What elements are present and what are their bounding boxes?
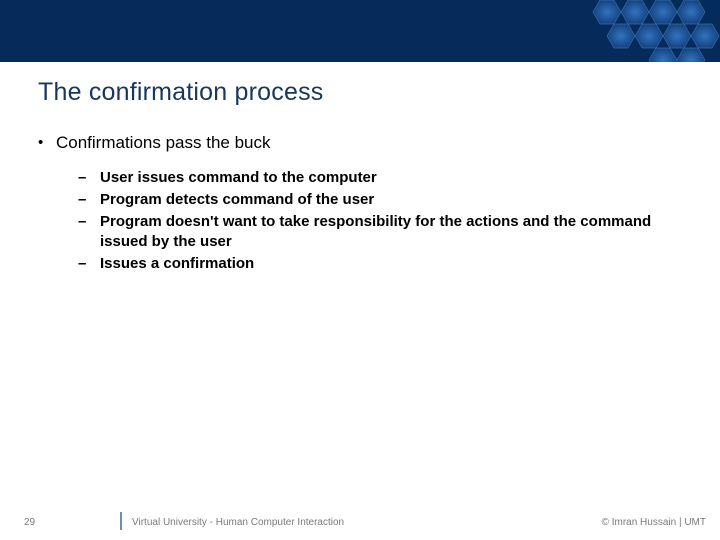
slide: The confirmation process • Confirmations… — [0, 0, 720, 540]
list-item: – Issues a confirmation — [78, 254, 678, 274]
dash-marker: – — [78, 254, 100, 274]
list-item: – Program doesn't want to take responsib… — [78, 212, 678, 252]
bullet-item: • Confirmations pass the buck — [38, 132, 678, 154]
dash-marker: – — [78, 212, 100, 232]
sub-bullet-text: User issues command to the computer — [100, 168, 377, 188]
sub-bullet-list: – User issues command to the computer – … — [78, 168, 678, 274]
slide-body: • Confirmations pass the buck – User iss… — [38, 132, 678, 276]
bullet-text: Confirmations pass the buck — [56, 132, 271, 154]
slide-title: The confirmation process — [38, 78, 323, 107]
page-number: 29 — [24, 517, 35, 528]
sub-bullet-text: Program detects command of the user — [100, 190, 374, 210]
sub-bullet-text: Issues a confirmation — [100, 254, 254, 274]
footer-right-text: © Imran Hussain | UMT — [602, 517, 706, 528]
list-item: – User issues command to the computer — [78, 168, 678, 188]
list-item: – Program detects command of the user — [78, 190, 678, 210]
hex-pattern-icon — [580, 0, 720, 62]
dash-marker: – — [78, 168, 100, 188]
footer-divider — [120, 512, 122, 530]
footer-center-text: Virtual University - Human Computer Inte… — [132, 517, 344, 528]
dash-marker: – — [78, 190, 100, 210]
sub-bullet-text: Program doesn't want to take responsibil… — [100, 212, 678, 252]
bullet-marker: • — [38, 132, 56, 154]
corner-hex-graphic — [580, 0, 720, 62]
footer: 29 Virtual University - Human Computer I… — [0, 506, 720, 528]
